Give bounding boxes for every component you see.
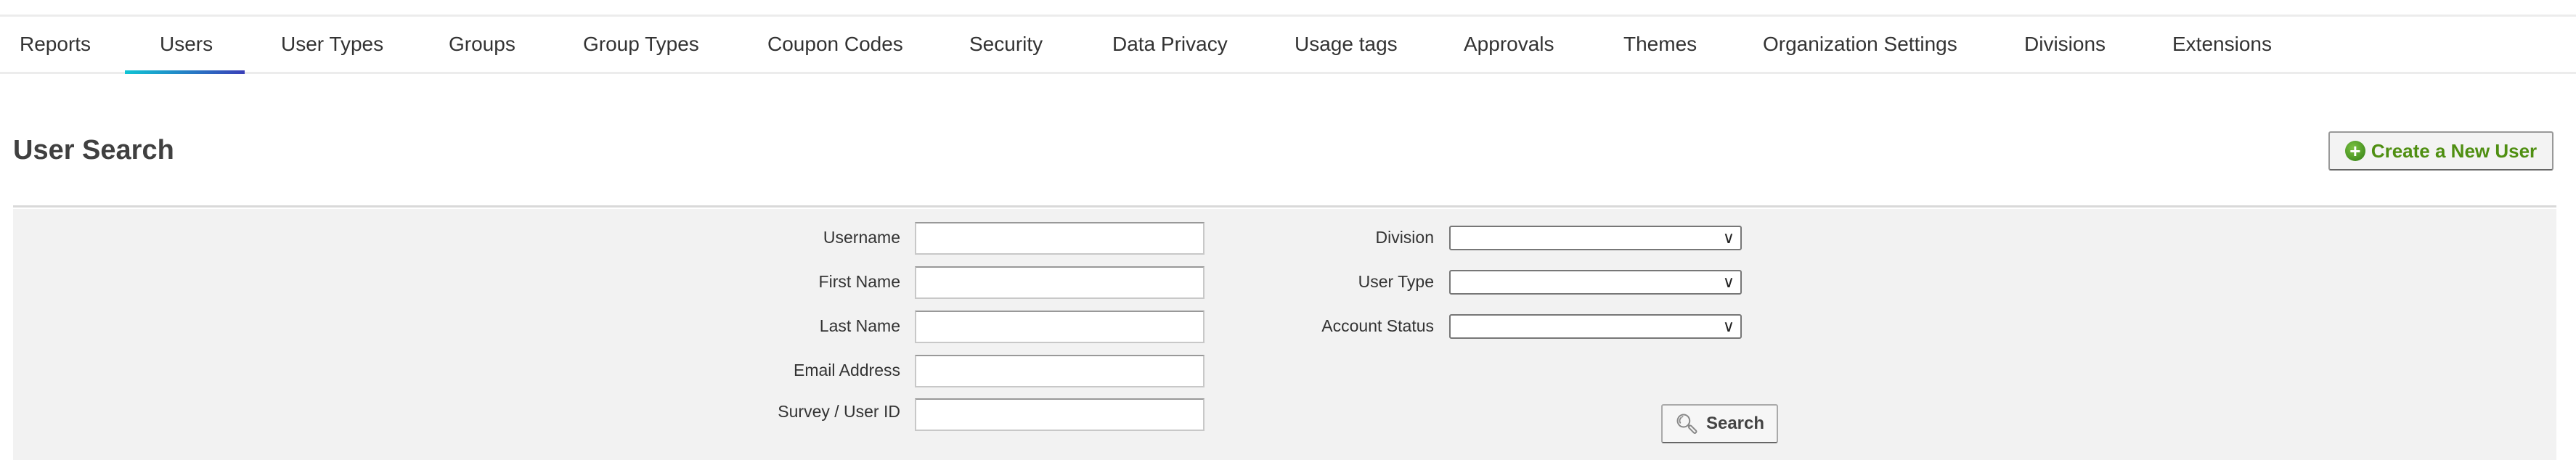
tab-reports[interactable]: Reports — [20, 33, 91, 56]
division-select[interactable]: ∨ — [1449, 226, 1742, 250]
magnifier-icon: 🔍︎ — [1674, 412, 1699, 435]
divider — [13, 205, 2556, 208]
username-label: Username — [823, 228, 900, 247]
last-name-input[interactable] — [915, 311, 1205, 343]
search-panel — [13, 209, 2556, 460]
tab-usage-tags[interactable]: Usage tags — [1295, 33, 1398, 56]
tab-coupon-codes[interactable]: Coupon Codes — [767, 33, 903, 56]
account-status-select[interactable]: ∨ — [1449, 314, 1742, 339]
tab-security[interactable]: Security — [969, 33, 1043, 56]
chevron-down-icon: ∨ — [1722, 229, 1735, 247]
tab-organization-settings[interactable]: Organization Settings — [1763, 33, 1957, 56]
user-type-select[interactable]: ∨ — [1449, 270, 1742, 295]
top-nav: Reports Users User Types Groups Group Ty… — [0, 15, 2576, 74]
first-name-label: First Name — [818, 272, 900, 291]
survey-user-id-label: Survey / User ID — [778, 402, 900, 421]
tab-group-types[interactable]: Group Types — [583, 33, 699, 56]
tab-divisions[interactable]: Divisions — [2024, 33, 2106, 56]
plus-circle-icon: + — [2344, 141, 2365, 161]
tab-extensions[interactable]: Extensions — [2172, 33, 2272, 56]
create-new-user-button[interactable]: + Create a New User — [2328, 131, 2553, 171]
username-input[interactable] — [915, 222, 1205, 255]
chevron-down-icon: ∨ — [1722, 273, 1735, 291]
tab-data-privacy[interactable]: Data Privacy — [1112, 33, 1228, 56]
tab-groups[interactable]: Groups — [449, 33, 515, 56]
search-button[interactable]: 🔍︎ Search — [1661, 404, 1778, 443]
tab-approvals[interactable]: Approvals — [1464, 33, 1554, 56]
division-label: Division — [1375, 228, 1434, 247]
create-new-user-label: Create a New User — [2371, 139, 2538, 162]
survey-user-id-input[interactable] — [915, 398, 1205, 431]
tab-themes[interactable]: Themes — [1623, 33, 1697, 56]
account-status-label: Account Status — [1321, 316, 1434, 335]
first-name-input[interactable] — [915, 266, 1205, 299]
email-address-input[interactable] — [915, 355, 1205, 387]
active-tab-indicator — [125, 70, 245, 74]
user-type-label: User Type — [1358, 272, 1434, 291]
tab-user-types[interactable]: User Types — [281, 33, 383, 56]
tab-users[interactable]: Users — [160, 33, 213, 56]
email-address-label: Email Address — [793, 361, 900, 379]
search-button-label: Search — [1705, 414, 1765, 433]
page-title: User Search — [13, 135, 174, 165]
chevron-down-icon: ∨ — [1722, 317, 1735, 335]
last-name-label: Last Name — [819, 316, 900, 335]
